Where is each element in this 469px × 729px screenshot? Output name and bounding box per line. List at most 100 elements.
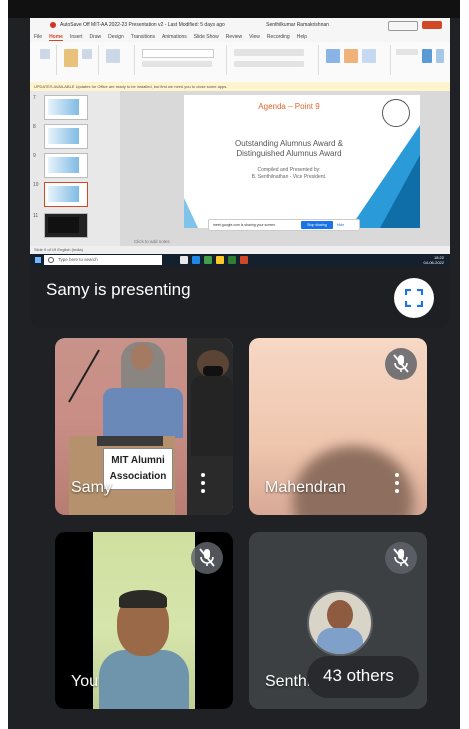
tab-animations[interactable]: Animations — [162, 34, 187, 40]
comments-button[interactable] — [388, 21, 418, 31]
shapes-icon[interactable] — [326, 49, 340, 63]
more-vert-icon[interactable] — [395, 473, 399, 493]
presentation-tile[interactable]: AutoSave Off MIT-AA 2022-23 Presentation… — [30, 18, 450, 328]
institute-logo-icon — [382, 99, 410, 127]
dictate-icon[interactable] — [422, 49, 432, 63]
tab-design[interactable]: Design — [108, 34, 124, 40]
cut-icon[interactable] — [82, 49, 92, 59]
fullscreen-icon — [405, 289, 423, 307]
clock-date: 04-06-2022 — [423, 260, 444, 265]
mic-off-icon — [385, 348, 417, 380]
find-button[interactable] — [396, 49, 418, 55]
quick-styles-icon[interactable] — [362, 49, 376, 63]
share-button[interactable] — [422, 21, 442, 29]
presenting-label: Samy is presenting — [46, 280, 191, 299]
slide-thumbnail[interactable] — [44, 95, 88, 120]
ppt-title-bar: AutoSave Off MIT-AA 2022-23 Presentation… — [30, 18, 450, 33]
slide-heading-line1: Outstanding Alumnus Award & — [235, 139, 343, 148]
slide-number: 9 — [33, 153, 36, 159]
tab-slide-show[interactable]: Slide Show — [194, 34, 219, 40]
meet-screen: AutoSave Off MIT-AA 2022-23 Presentation… — [8, 0, 460, 729]
file-explorer-icon[interactable] — [216, 256, 224, 264]
system-tray-clock: 18:22 04-06-2022 — [424, 255, 444, 265]
slide-thumbnail[interactable] — [44, 124, 88, 149]
slide-canvas: Agenda – Point 9 Outstanding Alumnus Awa… — [120, 91, 450, 246]
paragraph-buttons[interactable] — [234, 49, 304, 56]
ppt-status-bar: Slide 9 of 19 English (India) — [30, 246, 450, 254]
mic-off-icon — [385, 542, 417, 574]
windows-start-icon[interactable] — [35, 257, 41, 263]
font-select[interactable] — [142, 49, 214, 58]
tab-recording[interactable]: Recording — [267, 34, 290, 40]
tab-file[interactable]: File — [34, 34, 42, 40]
participant-tile-samy[interactable]: MIT Alumni Association Samy — [55, 338, 233, 515]
ppt-user-name: Senthilkumar Ramakrishnan — [266, 22, 329, 28]
tab-insert[interactable]: Insert — [70, 34, 83, 40]
participant-name: Samy — [71, 479, 112, 496]
tab-draw[interactable]: Draw — [89, 34, 101, 40]
participant-name: You — [71, 673, 98, 690]
participant-tile-you[interactable]: You — [55, 532, 233, 709]
tab-home[interactable]: Home — [49, 34, 63, 41]
autosave-icon — [50, 21, 56, 28]
tab-review[interactable]: Review — [226, 34, 242, 40]
sign-line1: MIT Alumni — [111, 455, 165, 466]
sharebar-text: meet.google.com is sharing your screen. — [213, 223, 277, 227]
designer-icon[interactable] — [436, 49, 444, 63]
slide-number: 11 — [33, 213, 39, 219]
arrange-icon[interactable] — [344, 49, 358, 63]
ribbon-group-clipboard — [58, 45, 99, 75]
slide-thumbnail[interactable] — [44, 213, 88, 238]
more-vert-icon[interactable] — [201, 473, 205, 493]
slide-compiled-label: Compiled and Presented by: — [257, 167, 321, 173]
slide-number: 8 — [33, 124, 36, 130]
ribbon-group-editing — [392, 45, 446, 75]
undo-icon[interactable] — [40, 49, 50, 59]
ribbon-tabs: File Home Insert Draw Design Transitions Anima… — [30, 32, 450, 42]
ribbon-group-paragraph — [228, 45, 319, 75]
ribbon-group-font — [136, 45, 227, 75]
fullscreen-button[interactable] — [394, 278, 434, 318]
shared-screen: AutoSave Off MIT-AA 2022-23 Presentation… — [30, 18, 450, 266]
chrome-icon[interactable] — [204, 256, 212, 264]
powerpoint-icon[interactable] — [240, 256, 248, 264]
participant-name: Mahendran — [265, 479, 346, 496]
ribbon-group-undo — [34, 45, 57, 75]
search-icon — [48, 257, 54, 263]
slide-thumbnails: 7 8 9 10 11 — [30, 91, 120, 246]
taskbar-search-placeholder: Type here to search — [58, 257, 98, 262]
slide-heading-line2: Distinguished Alumnus Award — [236, 149, 342, 158]
stop-sharing-button[interactable]: Stop sharing — [301, 221, 333, 229]
mic-off-icon — [191, 542, 223, 574]
top-status-band — [8, 0, 460, 18]
paste-icon[interactable] — [64, 49, 78, 67]
slide-thumbnail-active[interactable] — [44, 182, 88, 207]
participant-tile-mahendran[interactable]: Mahendran — [249, 338, 427, 515]
tab-help[interactable]: Help — [297, 34, 307, 40]
podium-sign: MIT Alumni Association — [103, 448, 173, 490]
slide-presenter: B. Senthilnathan - Vice President. — [251, 174, 327, 180]
avatar — [307, 590, 373, 656]
tab-view[interactable]: View — [249, 34, 260, 40]
others-count-label: 43 others — [323, 666, 394, 685]
tab-transitions[interactable]: Transitions — [131, 34, 155, 40]
current-slide[interactable]: Agenda – Point 9 Outstanding Alumnus Awa… — [184, 95, 420, 228]
slide-thumbnail[interactable] — [44, 153, 88, 178]
sign-line2: Association — [109, 471, 167, 482]
ribbon-group-slides — [100, 45, 135, 75]
hide-sharebar-button[interactable]: Hide — [337, 220, 344, 230]
slide-agenda-title: Agenda – Point 9 — [258, 102, 320, 111]
taskbar-search[interactable]: Type here to search — [44, 255, 162, 265]
windows-taskbar: Type here to search 18:22 04-06-2022 — [30, 254, 450, 266]
participant-tile-others[interactable]: Senthil 43 others — [249, 532, 427, 709]
align-buttons[interactable] — [234, 61, 304, 67]
ppt-file-title: AutoSave Off MIT-AA 2022-23 Presentation… — [60, 22, 225, 28]
store-icon[interactable] — [228, 256, 236, 264]
slide-number: 10 — [33, 182, 39, 188]
new-slide-icon[interactable] — [106, 49, 120, 63]
ribbon-group-drawing — [320, 45, 391, 75]
edge-icon[interactable] — [192, 256, 200, 264]
notes-placeholder[interactable]: Click to add notes — [134, 239, 170, 244]
taskview-icon[interactable] — [180, 256, 188, 264]
font-format-buttons[interactable] — [142, 61, 212, 67]
